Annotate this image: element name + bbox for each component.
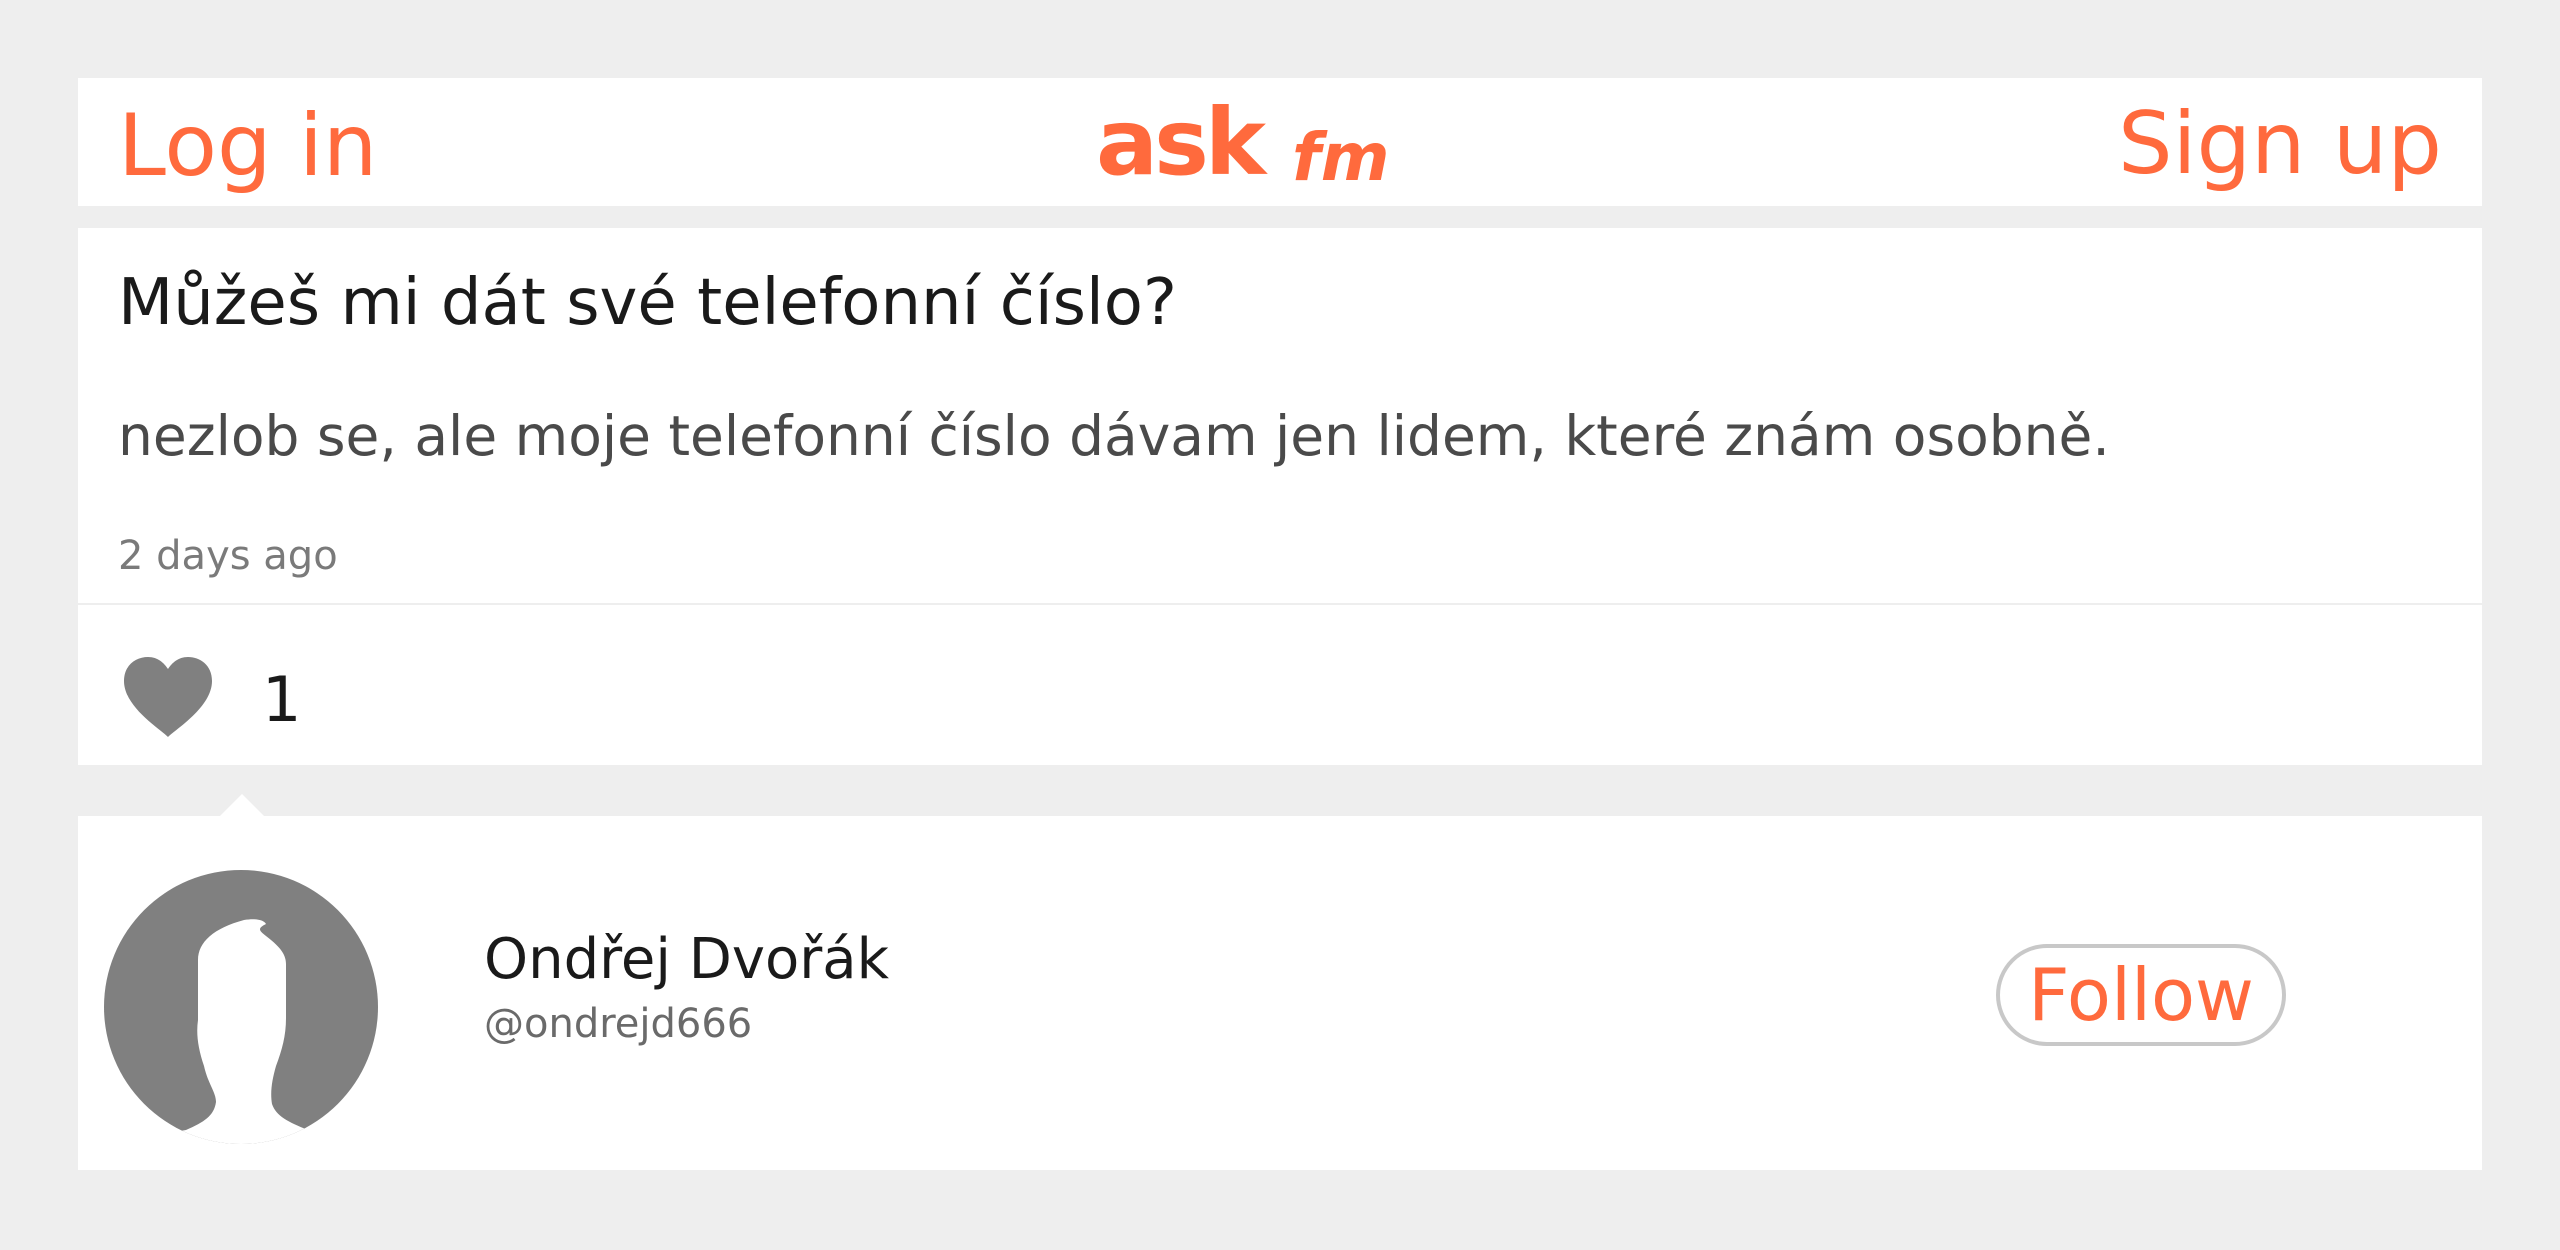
card-pointer [220,794,264,816]
question-text: Můžeš mi dát své telefonní číslo? [118,266,1177,340]
profile-card: Ondřej Dvořák @ondrejd666 Follow [78,794,2482,1170]
profile-handle: @ondrejd666 [484,1001,753,1047]
answer-text: nezlob se, ale moje telefonní číslo dáva… [118,404,2110,468]
like-count: 1 [262,663,302,736]
follow-button[interactable]: Follow [1996,944,2286,1046]
avatar-silhouette-icon [104,870,378,1144]
timestamp[interactable]: 2 days ago [118,528,338,584]
top-header: Log in ask fm Sign up [78,78,2482,206]
askfm-logo[interactable]: ask fm [1096,98,1406,198]
svg-text:ask: ask [1096,98,1268,196]
question-card: Můžeš mi dát své telefonní číslo? nezlob… [78,228,2482,603]
signup-link[interactable]: Sign up [2118,94,2442,194]
like-bar: 1 [78,605,2482,765]
avatar[interactable] [104,870,378,1144]
login-link[interactable]: Log in [118,96,377,196]
svg-text:fm: fm [1292,119,1390,196]
profile-name[interactable]: Ondřej Dvořák [484,922,889,998]
heart-icon[interactable] [120,653,216,743]
